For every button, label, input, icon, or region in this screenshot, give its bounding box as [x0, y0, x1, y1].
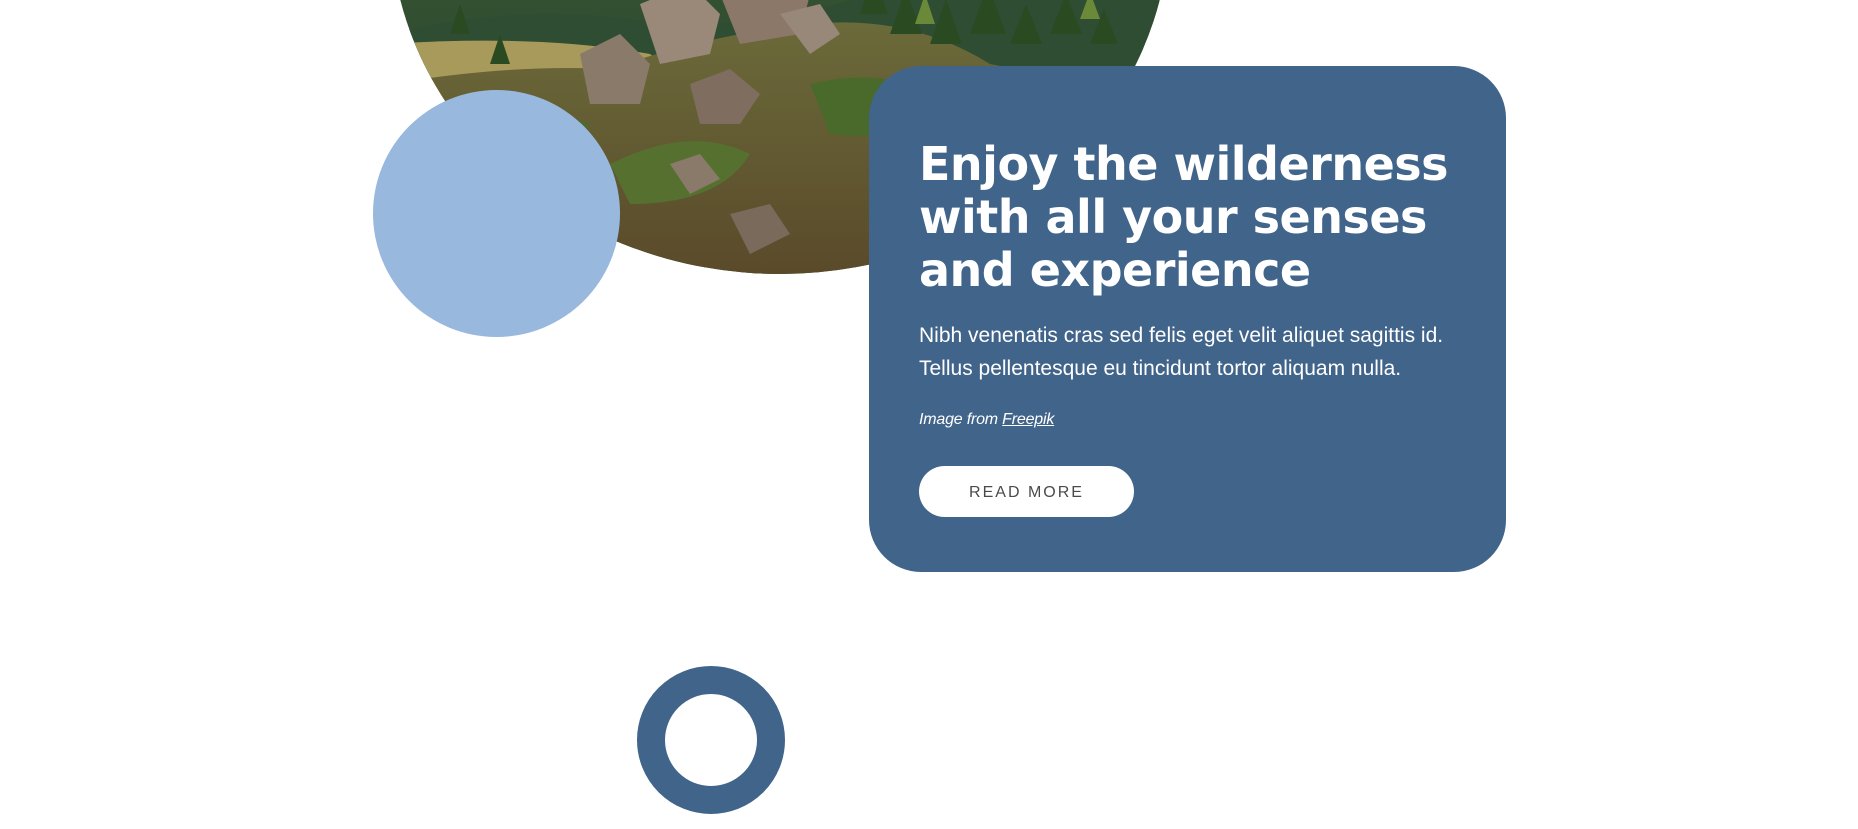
image-credit-prefix: Image from: [919, 411, 1003, 428]
card-body-text: Nibh venenatis cras sed felis eget velit…: [919, 324, 1444, 380]
read-more-button[interactable]: READ MORE: [919, 466, 1134, 517]
freepik-link[interactable]: Freepik: [1002, 411, 1054, 428]
image-credit: Image from Freepik: [919, 411, 1456, 429]
ring-decoration: [637, 666, 785, 814]
accent-circle: [373, 90, 620, 337]
feature-card: Enjoy the wilderness with all your sense…: [869, 66, 1506, 572]
hero-section: Enjoy the wilderness with all your sense…: [0, 0, 1858, 829]
card-title: Enjoy the wilderness with all your sense…: [919, 137, 1449, 297]
